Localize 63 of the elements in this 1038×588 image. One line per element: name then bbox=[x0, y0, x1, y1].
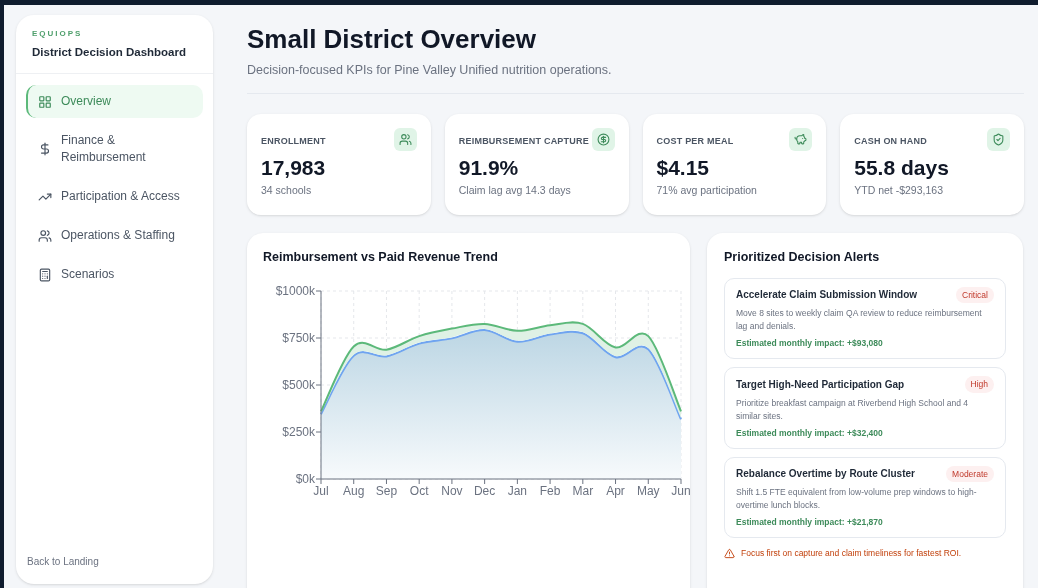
x-tick-label: Oct bbox=[409, 483, 429, 498]
impact-text: Estimated monthly impact: +$32,400 bbox=[736, 426, 884, 440]
kpi-value: 55.8 days bbox=[854, 154, 950, 181]
x-tick-label: Nov bbox=[441, 483, 463, 498]
x-tick-label: Feb bbox=[539, 483, 561, 498]
piggy-bank-icon bbox=[789, 127, 813, 151]
impact-text: Estimated monthly impact: +$93,080 bbox=[736, 337, 884, 350]
nav-item[interactable]: Overview bbox=[26, 85, 203, 119]
x-tick-label: Mar bbox=[572, 483, 594, 498]
severity-badge: Moderate bbox=[946, 465, 994, 483]
people-icon bbox=[38, 228, 52, 243]
alerts-title: Prioritized Decision Alerts bbox=[724, 248, 881, 266]
nav-item[interactable]: Operations & Staffing bbox=[26, 219, 203, 253]
alert-title: Target High-Need Participation Gap bbox=[736, 377, 905, 392]
impact-text: Estimated monthly impact: +$21,870 bbox=[736, 516, 884, 529]
kpi-label: ENROLLMENT bbox=[261, 134, 326, 148]
dollar-coin-icon bbox=[591, 127, 615, 151]
calculator-icon bbox=[38, 267, 52, 282]
x-tick-label: Jun bbox=[671, 483, 691, 498]
alert-title: Accelerate Claim Submission Window bbox=[736, 288, 918, 303]
kpi-value: 91.9% bbox=[458, 154, 520, 181]
x-tick-label: Aug bbox=[343, 483, 365, 498]
y-tick-label: $250k bbox=[282, 424, 315, 439]
x-tick-label: Apr bbox=[606, 483, 625, 498]
y-tick-label: $750k bbox=[282, 330, 315, 345]
shield-check-icon bbox=[987, 127, 1010, 151]
people-icon bbox=[393, 127, 417, 151]
kpi-label: CASH ON HAND bbox=[854, 134, 927, 148]
x-tick-label: Dec bbox=[473, 483, 496, 498]
kpi-value: $4.15 bbox=[656, 154, 711, 181]
alert-description: Shift 1.5 FTE equivalent from low-volume prep windows to high-overtime lunch blocks. bbox=[736, 486, 978, 513]
back-link[interactable]: Back to Landing bbox=[27, 556, 99, 567]
dashboard-title: District Decision Dashboard bbox=[32, 45, 187, 60]
nav-item[interactable]: Participation & Access bbox=[26, 180, 203, 214]
kpi-note: YTD net -$293,163 bbox=[854, 182, 944, 198]
warning-icon bbox=[724, 547, 735, 559]
kpi-note: 71% avg participation bbox=[656, 182, 758, 198]
alert-note: Focus first on capture and claim timeliness for fastest ROI. bbox=[741, 547, 962, 560]
kpi-label: REIMBURSEMENT CAPTURE bbox=[458, 134, 589, 148]
chart-title: Reimbursement vs Paid Revenue Trend bbox=[263, 248, 499, 266]
x-tick-label: Jul bbox=[313, 483, 329, 498]
y-tick-label: $500k bbox=[282, 377, 315, 392]
kpi-label: COST PER MEAL bbox=[656, 134, 734, 148]
alert-description: Move 8 sites to weekly claim QA review to reduce reimbursement lag and denials. bbox=[736, 307, 983, 334]
severity-badge: Critical bbox=[956, 286, 994, 304]
y-tick-label: $0k bbox=[295, 471, 315, 486]
brand-label: EQUIOPS bbox=[32, 28, 84, 40]
nav-item[interactable]: Finance & Reimbursement bbox=[26, 124, 203, 175]
alert-title: Rebalance Overtime by Route Cluster bbox=[736, 467, 915, 482]
severity-badge: High bbox=[964, 376, 994, 393]
y-tick-label: $1000k bbox=[275, 283, 315, 298]
x-tick-label: Jan bbox=[507, 483, 528, 498]
kpi-value: 17,983 bbox=[261, 154, 327, 181]
grid-icon bbox=[38, 94, 52, 109]
kpi-note: 34 schools bbox=[261, 182, 313, 198]
x-tick-label: May bbox=[636, 483, 660, 498]
x-tick-label: Sep bbox=[375, 483, 398, 498]
nav-item[interactable]: Scenarios bbox=[26, 258, 203, 292]
alert-description: Prioritize breakfast campaign at Riverbend High School and 4 similar sites. bbox=[736, 396, 969, 423]
dollar-icon bbox=[38, 142, 52, 157]
kpi-note: Claim lag avg 14.3 days bbox=[458, 182, 572, 198]
page-subtitle: Decision-focused KPIs for Pine Valley Unified nutrition operations. bbox=[247, 62, 613, 79]
page-title: Small District Overview bbox=[247, 23, 538, 55]
